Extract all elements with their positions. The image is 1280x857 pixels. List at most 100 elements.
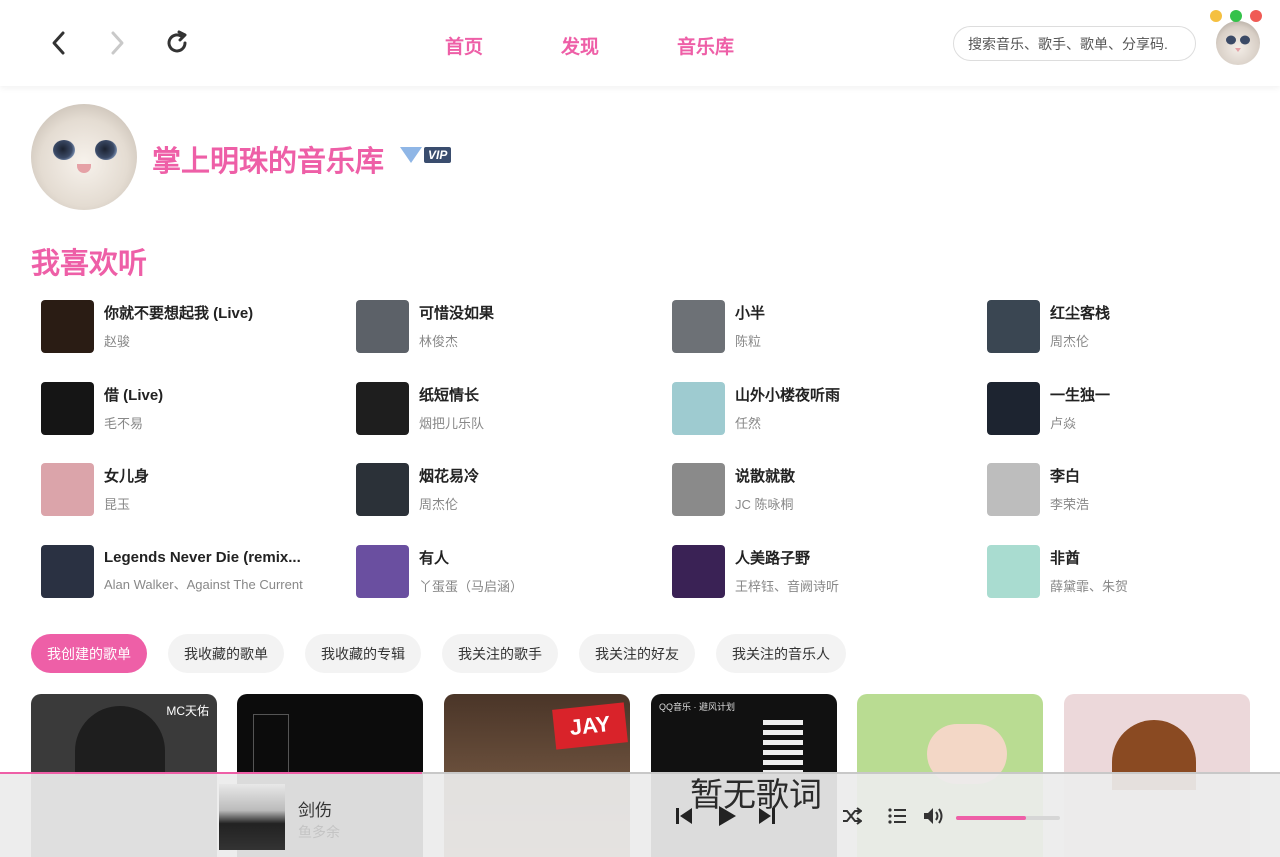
favorite-song-item[interactable]: 红尘客栈 周杰伦 (987, 299, 1280, 353)
favorite-song-item[interactable]: 一生独一 卢焱 (987, 381, 1280, 435)
tab-home[interactable]: 首页 (445, 32, 483, 59)
favorite-song-item[interactable]: 李白 李荣浩 (987, 462, 1280, 516)
song-title: 说散就散 (735, 468, 796, 485)
favorite-song-item[interactable]: 女儿身 昆玉 (41, 462, 341, 516)
song-cover (987, 299, 1040, 353)
profile-avatar[interactable] (31, 104, 137, 210)
now-playing-cover[interactable] (219, 784, 285, 850)
song-title: 借 (Live) (104, 387, 164, 404)
favorite-song-item[interactable]: 山外小楼夜听雨 任然 (672, 381, 972, 435)
close-button[interactable] (1250, 10, 1262, 22)
favorite-song-item[interactable]: 借 (Live) 毛不易 (41, 381, 341, 435)
filter-followed-friends[interactable]: 我关注的好友 (579, 634, 695, 673)
filter-saved-playlists[interactable]: 我收藏的歌单 (168, 634, 284, 673)
song-meta: 可惜没如果 林俊杰 (419, 302, 494, 350)
song-artist[interactable]: 李荣浩 (1050, 494, 1089, 513)
previous-button[interactable] (672, 804, 696, 828)
filter-my-playlists[interactable]: 我创建的歌单 (31, 634, 147, 673)
song-meta: 烟花易冷 周杰伦 (419, 465, 479, 513)
song-artist[interactable]: 毛不易 (104, 413, 163, 432)
tab-library[interactable]: 音乐库 (677, 32, 734, 59)
favorite-song-item[interactable]: 有人丫蛋蛋（马启涵） (356, 544, 656, 598)
song-cover (356, 381, 409, 435)
filter-followed-artists[interactable]: 我关注的歌手 (442, 634, 558, 673)
song-cover (672, 299, 725, 353)
song-artist[interactable]: 薛黛霏、朱贺 (1050, 576, 1128, 595)
now-playing-artist[interactable]: 鱼多余 (298, 822, 340, 842)
playlist-cover-text: JAY (568, 710, 612, 741)
playback-progress-bar[interactable] (0, 772, 423, 774)
window-controls (1210, 10, 1262, 22)
song-artist[interactable]: 周杰伦 (1050, 331, 1110, 350)
search-input[interactable] (953, 26, 1196, 61)
maximize-button[interactable] (1230, 10, 1242, 22)
song-cover (356, 544, 409, 598)
favorite-song-item[interactable]: 人美路子野 王梓钰、音阙诗听 (672, 544, 972, 598)
favorites-title: 我喜欢听 (31, 248, 148, 280)
jay-label-badge: JAY (552, 702, 628, 750)
favorite-song-item[interactable]: 小半 陈粒 (672, 299, 972, 353)
favorite-song-item[interactable]: 烟花易冷 周杰伦 (356, 462, 656, 516)
profile-name: 掌上明珠的音乐库 (152, 146, 385, 178)
song-cover (41, 544, 94, 598)
vip-badge: VIP (400, 146, 452, 164)
song-artist[interactable]: 陈粒 (735, 331, 765, 350)
forward-button[interactable] (100, 26, 134, 60)
playlist-cover-text: MC天佑 (166, 704, 209, 718)
song-cover (672, 462, 725, 516)
song-meta: 小半 陈粒 (735, 302, 765, 350)
back-button[interactable] (42, 26, 76, 60)
song-title: 可惜没如果 (419, 305, 495, 322)
shuffle-button[interactable] (840, 804, 864, 828)
song-artist[interactable]: 烟把儿乐队 (419, 413, 484, 432)
play-icon (719, 806, 736, 826)
main-tabs: 首页 发现 音乐库 (445, 32, 812, 59)
favorite-song-item[interactable]: 纸短情长 烟把儿乐队 (356, 381, 656, 435)
favorite-song-item[interactable]: 非酋 薛黛霏、朱贺 (987, 544, 1280, 598)
favorite-song-item[interactable]: 可惜没如果 林俊杰 (356, 299, 656, 353)
song-title: 女儿身 (104, 468, 150, 485)
song-artist[interactable]: JC 陈咏桐 (735, 494, 795, 513)
song-title: 你就不要想起我 (Live) (104, 305, 254, 322)
minimize-button[interactable] (1210, 10, 1222, 22)
song-artist[interactable]: 昆玉 (104, 494, 149, 513)
song-artist[interactable]: 周杰伦 (419, 494, 479, 513)
tab-discover[interactable]: 发现 (561, 32, 599, 59)
avatar[interactable] (1216, 21, 1260, 65)
refresh-icon (167, 30, 187, 53)
filter-saved-albums[interactable]: 我收藏的专辑 (305, 634, 421, 673)
song-artist[interactable]: 丫蛋蛋（马启涵） (419, 576, 523, 595)
song-title: 红尘客栈 (1050, 305, 1111, 322)
song-title: Legends Never Die (remix... (104, 549, 301, 566)
song-title: 山外小楼夜听雨 (735, 387, 841, 404)
song-meta: 说散就散 JC 陈咏桐 (735, 465, 795, 513)
song-meta: 你就不要想起我 (Live) 赵骏 (104, 302, 253, 350)
now-playing-title[interactable]: 剑伤 (298, 796, 332, 821)
library-filter-tabs: 我创建的歌单 我收藏的歌单 我收藏的专辑 我关注的歌手 我关注的好友 我关注的音… (31, 634, 867, 673)
song-artist[interactable]: 任然 (735, 413, 840, 432)
volume-button[interactable] (922, 804, 946, 828)
song-artist[interactable]: 王梓钰、音阙诗听 (735, 576, 839, 595)
song-artist[interactable]: Alan Walker、Against The Current (104, 574, 303, 593)
vip-label: VIP (424, 147, 452, 163)
song-cover (41, 381, 94, 435)
song-cover (41, 299, 94, 353)
song-meta: 红尘客栈 周杰伦 (1050, 302, 1110, 350)
song-artist[interactable]: 林俊杰 (419, 331, 494, 350)
song-artist[interactable]: 赵骏 (104, 331, 253, 350)
next-button[interactable] (755, 804, 779, 828)
favorite-song-item[interactable]: 你就不要想起我 (Live) 赵骏 (41, 299, 341, 353)
song-title: 非酋 (1050, 550, 1081, 567)
song-title: 有人 (419, 550, 450, 567)
top-bar: 首页 发现 音乐库 (0, 0, 1280, 86)
song-meta: 李白 李荣浩 (1050, 465, 1089, 513)
song-artist[interactable]: 卢焱 (1050, 413, 1110, 432)
play-button[interactable] (715, 804, 739, 828)
volume-slider[interactable] (956, 816, 1060, 820)
playlist-queue-button[interactable] (885, 804, 909, 828)
refresh-button[interactable] (160, 26, 194, 60)
filter-followed-musicians[interactable]: 我关注的音乐人 (716, 634, 846, 673)
favorite-song-item[interactable]: Legends Never Die (remix... Alan Walker、A… (41, 544, 341, 598)
song-title: 一生独一 (1050, 387, 1111, 404)
favorite-song-item[interactable]: 说散就散 JC 陈咏桐 (672, 462, 972, 516)
